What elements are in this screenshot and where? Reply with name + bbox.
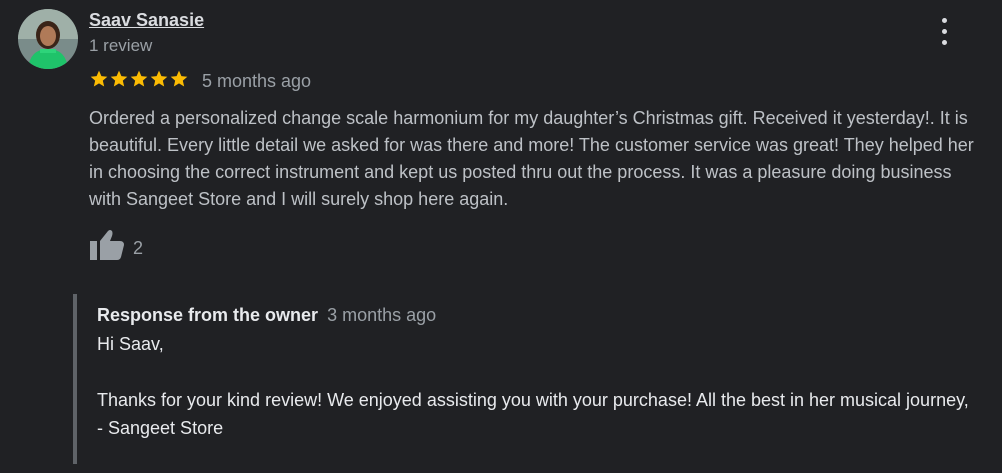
reviewer-review-count: 1 review [89, 36, 153, 55]
response-text: Hi Saav, Thanks for your kind review! We… [97, 330, 977, 442]
star-icon [170, 70, 188, 87]
thumbs-up-icon [90, 230, 124, 260]
review-date: 5 months ago [202, 71, 312, 91]
response-line: Hi Saav, [97, 334, 164, 354]
response-header: Response from the owner 3 months ago [97, 303, 436, 327]
response-line [97, 358, 977, 386]
response-line: - Sangeet Store [97, 418, 224, 438]
response-date: 3 months ago [327, 305, 437, 325]
star-icon [130, 70, 148, 87]
reviewer-avatar[interactable] [18, 9, 78, 69]
star-icon [110, 70, 128, 87]
owner-response: Response from the owner 3 months ago Hi … [73, 294, 977, 464]
response-title: Response from the owner [97, 305, 319, 325]
reviewer-name-link[interactable]: Saav Sanasie [89, 9, 204, 31]
review-card: Saav Sanasie 1 review 5 months ago Order… [0, 0, 1002, 473]
star-rating [89, 68, 189, 90]
response-line: Thanks for your kind review! We enjoyed … [97, 390, 969, 410]
review-text: Ordered a personalized change scale harm… [89, 108, 974, 209]
like-button[interactable] [89, 228, 125, 262]
star-icon [150, 70, 168, 87]
like-count: 2 [133, 238, 144, 258]
profile-photo-icon [18, 9, 78, 69]
more-options-button[interactable] [930, 14, 960, 50]
star-icon [90, 70, 108, 87]
